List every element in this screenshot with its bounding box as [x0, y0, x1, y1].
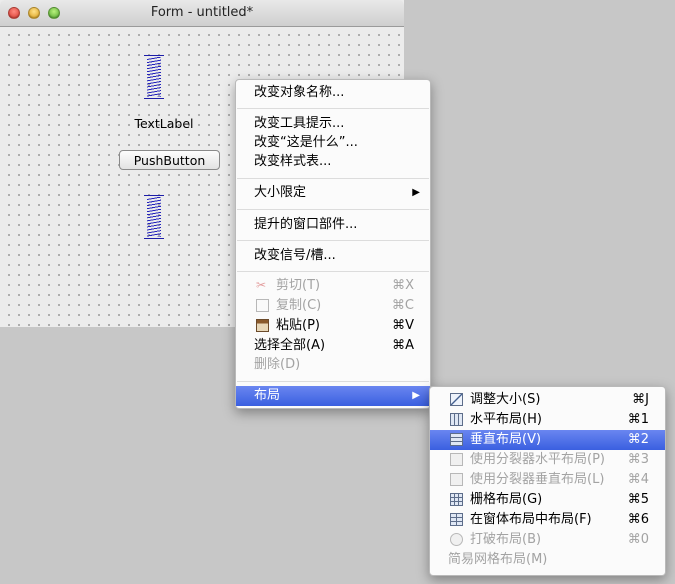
menu-separator: [237, 271, 429, 272]
submenu-item-label: 使用分裂器垂直布局(L): [470, 472, 605, 487]
menu-separator: [237, 108, 429, 109]
menu-item-label: 大小限定: [254, 185, 307, 200]
adjust-size-icon: [450, 393, 463, 406]
menu-separator: [237, 381, 429, 382]
submenu-arrow-icon: ▶: [412, 187, 420, 198]
vertical-splitter-icon: [450, 473, 463, 486]
submenu-item-label: 打破布局(B): [470, 532, 542, 547]
submenu-item-break-layout[interactable]: 打破布局(B) ⌘0: [430, 530, 665, 550]
menu-item-layout[interactable]: 布局 ▶: [236, 386, 430, 406]
menu-item-change-object-name[interactable]: 改变对象名称...: [236, 83, 430, 103]
submenu-item-label: 栅格布局(G): [470, 492, 543, 507]
submenu-item-simple-grid-layout[interactable]: 简易网格布局(M): [430, 550, 665, 570]
copy-icon: [256, 299, 269, 312]
text-label-widget[interactable]: TextLabel: [128, 116, 200, 131]
submenu-item-label: 简易网格布局(M): [448, 552, 548, 567]
menu-item-label: 布局: [254, 388, 281, 403]
submenu-item-horizontal-layout[interactable]: 水平布局(H) ⌘1: [430, 410, 665, 430]
menu-item-change-whats-this[interactable]: 改变“这是什么”...: [236, 133, 430, 153]
menu-item-label: 删除(D): [254, 357, 301, 372]
context-menu: 改变对象名称... 改变工具提示... 改变“这是什么”... 改变样式表...…: [235, 79, 431, 409]
menu-item-change-tooltip[interactable]: 改变工具提示...: [236, 114, 430, 134]
menu-item-label: 提升的窗口部件...: [254, 217, 358, 232]
menu-item-label: 选择全部(A): [254, 338, 326, 353]
menu-item-label: 改变对象名称...: [254, 85, 345, 100]
menu-item-cut[interactable]: ✂ 剪切(T) ⌘X: [236, 276, 430, 296]
menu-item-select-all[interactable]: 选择全部(A) ⌘A: [236, 336, 430, 356]
menu-item-label: 粘贴(P): [276, 318, 320, 333]
menu-item-paste[interactable]: 粘贴(P) ⌘V: [236, 316, 430, 336]
submenu-item-label: 在窗体布局中布局(F): [470, 512, 592, 527]
menu-item-promoted-widgets[interactable]: 提升的窗口部件...: [236, 215, 430, 235]
submenu-item-label: 垂直布局(V): [470, 432, 542, 447]
vertical-layout-icon: [450, 433, 463, 446]
submenu-item-form-layout[interactable]: 在窗体布局中布局(F) ⌘6: [430, 510, 665, 530]
paste-icon: [256, 319, 269, 332]
menu-item-size-constraints[interactable]: 大小限定 ▶: [236, 183, 430, 203]
layout-submenu: 调整大小(S) ⌘J 水平布局(H) ⌘1 垂直布局(V) ⌘2 使用分裂器水平…: [429, 386, 666, 576]
submenu-item-label: 水平布局(H): [470, 412, 542, 427]
submenu-item-label: 调整大小(S): [470, 392, 541, 407]
menu-item-shortcut: ⌘V: [392, 318, 414, 333]
menu-item-shortcut: ⌘X: [392, 278, 414, 293]
submenu-item-shortcut: ⌘5: [627, 492, 649, 507]
menu-item-label: 改变样式表...: [254, 154, 332, 169]
submenu-item-vertical-splitter[interactable]: 使用分裂器垂直布局(L) ⌘4: [430, 470, 665, 490]
menu-separator: [237, 240, 429, 241]
submenu-item-shortcut: ⌘J: [632, 392, 649, 407]
menu-item-change-stylesheet[interactable]: 改变样式表...: [236, 152, 430, 172]
submenu-item-shortcut: ⌘3: [627, 452, 649, 467]
menu-item-label: 改变“这是什么”...: [254, 135, 358, 150]
horizontal-layout-icon: [450, 413, 463, 426]
submenu-item-shortcut: ⌘4: [627, 472, 649, 487]
break-layout-icon: [450, 533, 463, 546]
menu-item-label: 复制(C): [276, 298, 322, 313]
scissors-icon: ✂: [256, 278, 267, 292]
window-title: Form - untitled*: [150, 5, 254, 20]
menu-item-delete[interactable]: 删除(D): [236, 355, 430, 375]
menu-item-label: 改变工具提示...: [254, 116, 345, 131]
menu-item-label: 剪切(T): [276, 278, 321, 293]
horizontal-splitter-icon: [450, 453, 463, 466]
menu-item-shortcut: ⌘C: [391, 298, 414, 313]
form-layout-icon: [450, 513, 463, 526]
menu-item-shortcut: ⌘A: [392, 338, 414, 353]
submenu-item-shortcut: ⌘0: [627, 532, 649, 547]
push-button-widget[interactable]: PushButton: [119, 150, 220, 170]
submenu-arrow-icon: ▶: [412, 390, 420, 401]
submenu-item-adjust-size[interactable]: 调整大小(S) ⌘J: [430, 390, 665, 410]
submenu-item-vertical-layout[interactable]: 垂直布局(V) ⌘2: [430, 430, 665, 450]
menu-separator: [237, 178, 429, 179]
submenu-item-horizontal-splitter[interactable]: 使用分裂器水平布局(P) ⌘3: [430, 450, 665, 470]
title-bar[interactable]: Form - untitled*: [0, 0, 404, 27]
menu-item-label: 改变信号/槽...: [254, 248, 336, 263]
submenu-item-grid-layout[interactable]: 栅格布局(G) ⌘5: [430, 490, 665, 510]
menu-item-copy[interactable]: 复制(C) ⌘C: [236, 296, 430, 316]
vertical-spacer-bottom[interactable]: [143, 195, 165, 239]
submenu-item-shortcut: ⌘2: [627, 432, 649, 447]
menu-separator: [237, 209, 429, 210]
menu-item-change-signals-slots[interactable]: 改变信号/槽...: [236, 246, 430, 266]
vertical-spacer-top[interactable]: [143, 55, 165, 99]
grid-layout-icon: [450, 493, 463, 506]
submenu-item-shortcut: ⌘1: [627, 412, 649, 427]
submenu-item-label: 使用分裂器水平布局(P): [470, 452, 605, 467]
submenu-item-shortcut: ⌘6: [627, 512, 649, 527]
